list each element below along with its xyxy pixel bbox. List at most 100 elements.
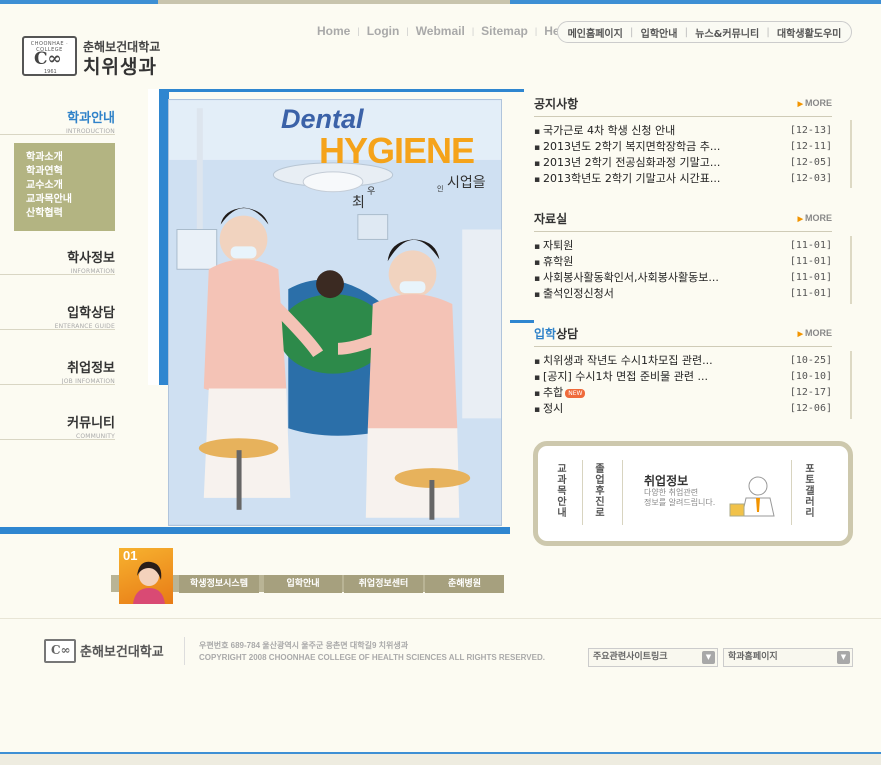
login-link[interactable]: Login bbox=[367, 24, 400, 38]
list-item[interactable]: 국가근로 4차 학생 신청 안내[12-13] bbox=[534, 123, 832, 139]
bottom-base bbox=[0, 754, 881, 765]
visual-tag-c: 인 bbox=[437, 185, 444, 193]
submenu-dept-intro[interactable]: 학과소개 bbox=[26, 151, 115, 165]
board-side-rule bbox=[850, 236, 852, 304]
footer-separator bbox=[184, 637, 185, 665]
lnav-divider bbox=[0, 439, 115, 440]
submenu-history[interactable]: 학과연혁 bbox=[26, 165, 115, 179]
lnav-label: 학과안내 bbox=[67, 111, 115, 126]
lnav-admission-counsel[interactable]: 입학상담 ENTERANCE GUIDE bbox=[0, 302, 115, 330]
list-item[interactable]: [공지] 수시1차 면접 준비물 관련 ...[10-10] bbox=[534, 369, 832, 385]
banner-student-photo: 01 bbox=[119, 548, 173, 604]
notice-more-button[interactable]: MORE bbox=[798, 98, 832, 108]
lnav-divider bbox=[0, 384, 115, 385]
submenu-industry[interactable]: 산학협력 bbox=[26, 207, 115, 221]
gnav-news-community[interactable]: 뉴스&커뮤니티 bbox=[695, 25, 759, 40]
quick-photo-gallery-link[interactable]: 포토갤러리 bbox=[804, 464, 816, 519]
visual-headline-hygiene: HYGIENE bbox=[319, 130, 475, 171]
quick-divider bbox=[622, 460, 623, 525]
lnav-label: 입학상담 bbox=[67, 306, 115, 321]
main-visual-image: Dental HYGIENE 최 우 인 시업을 bbox=[168, 99, 502, 526]
logo-dept-name: 치위생과 bbox=[83, 56, 157, 78]
gnav-separator: | bbox=[684, 26, 689, 38]
gnav-admission[interactable]: 입학안내 bbox=[641, 25, 678, 40]
quick-menu: 교과목안내 졸업후진로 취업정보 다양한 취업관련 정보를 알려드립니다. 포토갤… bbox=[533, 441, 853, 546]
top-accent-tab bbox=[158, 0, 510, 4]
util-separator: | bbox=[534, 26, 538, 36]
gnav-separator: | bbox=[766, 26, 770, 38]
quick-job-title: 취업정보 bbox=[644, 474, 689, 488]
list-item[interactable]: 사회봉사활동확인서,사회봉사활동보...[11-01] bbox=[534, 270, 832, 286]
admission-more-button[interactable]: MORE bbox=[798, 328, 832, 338]
board-admission-qna: 입학상담 MORE 치위생과 작년도 수시1차모집 관련...[10-25] [… bbox=[534, 324, 832, 417]
banner-job-center[interactable]: 취업정보센터 bbox=[344, 575, 423, 593]
global-nav: 메인홈페이지 | 입학안내 | 뉴스&커뮤니티 | 대학생활도우미 bbox=[557, 21, 852, 43]
quick-job-desc: 다양한 취업관련 정보를 알려드립니다. bbox=[644, 488, 716, 507]
board-side-rule bbox=[850, 351, 852, 419]
lnav-label: 커뮤니티 bbox=[67, 416, 115, 431]
visual-tag-a: 최 bbox=[352, 195, 365, 211]
dept-homepage-select[interactable]: 학과홈페이지 ▼ bbox=[723, 648, 853, 667]
quick-career-path-link[interactable]: 졸업후진로 bbox=[594, 464, 606, 519]
banner-admission[interactable]: 입학안내 bbox=[264, 575, 342, 593]
footer-emblem-icon: C∞ bbox=[44, 639, 76, 663]
lnav-label: 학사정보 bbox=[67, 251, 115, 266]
list-item[interactable]: 출석인정신청서[11-01] bbox=[534, 286, 832, 302]
lnav-job-info[interactable]: 취업정보 JOB INFOMATION bbox=[0, 357, 115, 385]
util-separator: | bbox=[471, 26, 475, 36]
webmail-link[interactable]: Webmail bbox=[416, 24, 465, 38]
submenu-curriculum[interactable]: 교과목안내 bbox=[26, 193, 115, 207]
college-emblem-icon: CHOONHAE · COLLEGE C∞ 1961 bbox=[22, 36, 77, 76]
banner-student-info-system[interactable]: 학생정보시스템 bbox=[179, 575, 259, 593]
sitemap-link[interactable]: Sitemap bbox=[481, 24, 528, 38]
util-separator: | bbox=[357, 26, 360, 36]
quick-divider bbox=[791, 460, 792, 525]
list-item[interactable]: 2013년도 2학기 복지면학장학금 추...[12-11] bbox=[534, 139, 832, 155]
related-sites-select[interactable]: 주요관련사이트링크 ▼ bbox=[588, 648, 718, 667]
lnav-divider bbox=[0, 274, 115, 275]
site-logo[interactable]: CHOONHAE · COLLEGE C∞ 1961 춘해보건대학교 치위생과 bbox=[22, 36, 172, 78]
gnav-campus-helper[interactable]: 대학생활도우미 bbox=[777, 25, 841, 40]
list-item[interactable]: 2013년 2학기 전공심화과정 기말고...[12-05] bbox=[534, 155, 832, 171]
utility-links: Home| Login| Webmail| Sitemap| Help bbox=[317, 23, 570, 39]
list-item[interactable]: 정시[12-06] bbox=[534, 401, 832, 417]
board-side-rule bbox=[850, 120, 852, 188]
list-item[interactable]: 자퇴원[11-01] bbox=[534, 238, 832, 254]
notice-list: 국가근로 4차 학생 신청 안내[12-13] 2013년도 2학기 복지면학장… bbox=[534, 123, 832, 187]
archive-list: 자퇴원[11-01] 휴학원[11-01] 사회봉사활동확인서,사회봉사활동보.… bbox=[534, 238, 832, 302]
lnav-dept-intro[interactable]: 학과안내 INTRODUCTION bbox=[0, 107, 115, 135]
archive-more-button[interactable]: MORE bbox=[798, 213, 832, 223]
home-link[interactable]: Home bbox=[317, 24, 350, 38]
board-notice: 공지사항 MORE 국가근로 4차 학생 신청 안내[12-13] 2013년도… bbox=[534, 94, 832, 187]
job-person-icon bbox=[729, 476, 775, 517]
list-item[interactable]: 휴학원[11-01] bbox=[534, 254, 832, 270]
board-title: 자료실 bbox=[534, 211, 568, 226]
board-title: 입학상담 bbox=[534, 326, 579, 341]
chevron-down-icon: ▼ bbox=[837, 651, 850, 664]
lnav-academic-info[interactable]: 학사정보 INFORMATION bbox=[0, 247, 115, 275]
emblem-year: 1961 bbox=[44, 69, 57, 75]
chevron-down-icon: ▼ bbox=[702, 651, 715, 664]
quick-divider bbox=[582, 460, 583, 525]
visual-tag-b: 우 bbox=[367, 187, 376, 197]
submenu-faculty[interactable]: 교수소개 bbox=[26, 179, 115, 193]
footer-address-line: 우편번호 689-784 울산광역시 울주군 웅촌면 대학길9 치위생과 bbox=[199, 641, 409, 650]
list-item[interactable]: 치위생과 작년도 수시1차모집 관련...[10-25] bbox=[534, 353, 832, 369]
list-item[interactable]: 추합NEW[12-17] bbox=[534, 385, 832, 401]
board-divider bbox=[534, 231, 832, 232]
footer-address: 우편번호 689-784 울산광역시 울주군 웅촌면 대학길9 치위생과 COP… bbox=[199, 640, 545, 664]
board-divider bbox=[534, 346, 832, 347]
gnav-main-home[interactable]: 메인홈페이지 bbox=[568, 25, 623, 40]
lnav-community[interactable]: 커뮤니티 COMMUNITY bbox=[0, 412, 115, 440]
admission-list: 치위생과 작년도 수시1차모집 관련...[10-25] [공지] 수시1차 면… bbox=[534, 353, 832, 417]
banner-hospital[interactable]: 춘해병원 bbox=[425, 575, 504, 593]
gnav-separator: | bbox=[630, 26, 634, 38]
visual-tag-d: 시업을 bbox=[447, 175, 486, 191]
student-figure bbox=[133, 561, 165, 604]
new-badge: NEW bbox=[565, 388, 586, 398]
footer-divider bbox=[0, 618, 881, 619]
visual-bottom-border bbox=[0, 527, 510, 534]
list-item[interactable]: 2013학년도 2학기 기말고사 시간표...[12-03] bbox=[534, 171, 832, 187]
util-separator: | bbox=[406, 26, 409, 36]
quick-curriculum-link[interactable]: 교과목안내 bbox=[556, 464, 568, 519]
